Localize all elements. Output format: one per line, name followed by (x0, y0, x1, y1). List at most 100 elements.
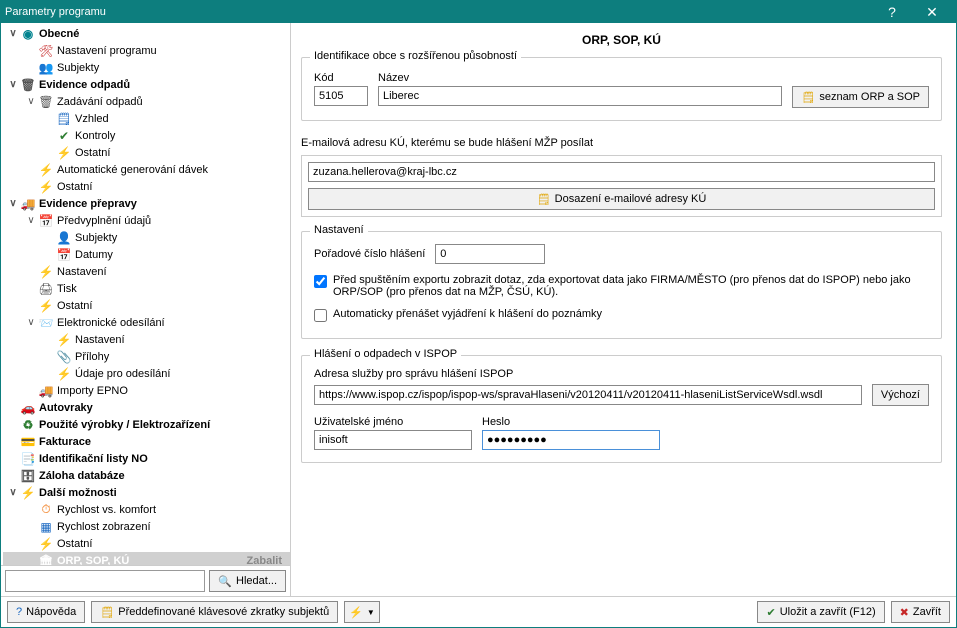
tree-label: Ostatní (57, 300, 92, 312)
group-identifikace: Identifikace obce s rozšířenou působnost… (301, 57, 942, 121)
kod-input[interactable] (314, 86, 368, 106)
tree-item-evidence-prepravy[interactable]: ∨ 🚚 Evidence přepravy (3, 195, 290, 212)
invoice-icon: 💳 (20, 434, 36, 450)
tree-label: Evidence přepravy (39, 198, 137, 210)
tree-label: Evidence odpadů (39, 79, 130, 91)
person-icon: 👤 (56, 230, 72, 246)
checkbox-export-dotaz[interactable]: Před spuštěním exportu zobrazit dotaz, z… (314, 274, 929, 298)
napoveda-button[interactable]: ? Nápověda (7, 601, 85, 623)
note-icon: 🗒 (100, 606, 114, 619)
checkbox-input[interactable] (314, 309, 327, 322)
dosazeni-email-button[interactable]: 🗒 Dosazení e-mailové adresy KÚ (308, 188, 935, 210)
tree-item-zadavani-odpadu[interactable]: ∨ 🗑 Zadávání odpadů (3, 93, 290, 110)
tree-label: Identifikační listy NO (39, 453, 148, 465)
bolt-menu-button[interactable]: ⚡ ▼ (344, 601, 380, 623)
note-icon: 🗒 (537, 193, 551, 206)
trash-icon: 🗑 (38, 94, 54, 110)
seznam-orp-sop-button[interactable]: 🗒 seznam ORP a SOP (792, 86, 929, 108)
tree-item-kontroly[interactable]: ✔ Kontroly (3, 127, 290, 144)
tree-item-nastaveni-2[interactable]: ⚡ Nastavení (3, 331, 290, 348)
tree-item-subjekty-2[interactable]: 👤 Subjekty (3, 229, 290, 246)
tree-item-subjekty[interactable]: 👥 Subjekty (3, 59, 290, 76)
tree-label: Importy EPNO (57, 385, 128, 397)
tree-item-prilohy[interactable]: 📎 Přílohy (3, 348, 290, 365)
collapse-all-link[interactable]: Zabalit (247, 555, 286, 566)
globe-icon: ◉ (20, 26, 36, 42)
nazev-input[interactable] (378, 86, 782, 106)
tree-label: Údaje pro odesílání (75, 368, 170, 380)
poradove-input[interactable] (435, 244, 545, 264)
tree-item-vzhled[interactable]: 🗒 Vzhled (3, 110, 290, 127)
collapse-icon[interactable]: ∨ (25, 317, 37, 328)
adresa-input[interactable] (314, 385, 862, 405)
tree-item-ostatni-4[interactable]: ⚡ Ostatní (3, 535, 290, 552)
collapse-icon[interactable]: ∨ (7, 487, 19, 498)
tree-item-nastaveni-1[interactable]: ⚡ Nastavení (3, 263, 290, 280)
user-input[interactable] (314, 430, 472, 450)
tree-item-orp-sop-ku[interactable]: 🏛 ORP, SOP, KÚ Zabalit (3, 552, 290, 565)
checkbox-label: Před spuštěním exportu zobrazit dotaz, z… (333, 274, 929, 298)
tree-item-autovraky[interactable]: 🚗 Autovraky (3, 399, 290, 416)
search-button[interactable]: 🔍 Hledat... (209, 570, 286, 592)
search-input[interactable] (5, 570, 205, 592)
bolt-icon: ⚡ (56, 145, 72, 161)
titlebar[interactable]: Parametry programu ? ✕ (1, 1, 956, 23)
people-icon: 👥 (38, 60, 54, 76)
tree-item-tisk[interactable]: 🖨 Tisk (3, 280, 290, 297)
tree-item-udaje-pro-odesilani[interactable]: ⚡ Údaje pro odesílání (3, 365, 290, 382)
tree-item-elektronicke-odesilani[interactable]: ∨ 📨 Elektronické odesílání (3, 314, 290, 331)
collapse-icon[interactable]: ∨ (25, 96, 37, 107)
tree-item-ostatni-1[interactable]: ⚡ Ostatní (3, 144, 290, 161)
close-window-button[interactable]: ✕ (912, 1, 952, 23)
ulozit-zavrit-button[interactable]: ✔ Uložit a zavřít (F12) (757, 601, 884, 623)
tree-item-importy-epno[interactable]: 🚚 Importy EPNO (3, 382, 290, 399)
collapse-icon[interactable]: ∨ (7, 79, 19, 90)
pass-label: Heslo (482, 416, 660, 428)
collapse-icon[interactable]: ∨ (7, 28, 19, 39)
tree-item-rychlost-zobrazeni[interactable]: ▦ Rychlost zobrazení (3, 518, 290, 535)
trash-icon: 🗑 (20, 77, 36, 93)
tree-item-obecne[interactable]: ∨ ◉ Obecné (3, 25, 290, 42)
checkbox-auto-prenaset[interactable]: Automaticky přenášet vyjádření k hlášení… (314, 308, 929, 322)
tree-view[interactable]: ∨ ◉ Obecné 🛠 Nastavení programu 👥 Subjek… (1, 23, 290, 565)
truck-icon: 🚚 (38, 383, 54, 399)
tree-item-identifikacni-listy-no[interactable]: 📑 Identifikační listy NO (3, 450, 290, 467)
tree-item-datumy[interactable]: 📅 Datumy (3, 246, 290, 263)
email-input[interactable] (308, 162, 935, 182)
tree-item-pouzite-vyrobky[interactable]: ♻ Použité výrobky / Elektrozařízení (3, 416, 290, 433)
tree-item-ostatni-3[interactable]: ⚡ Ostatní (3, 297, 290, 314)
help-button[interactable]: ? (872, 1, 912, 23)
tree-item-ostatni-2[interactable]: ⚡ Ostatní (3, 178, 290, 195)
checkbox-label: Automaticky přenášet vyjádření k hlášení… (333, 308, 602, 320)
button-label: Hledat... (236, 575, 277, 587)
bolt-icon: ⚡ (349, 606, 363, 619)
tree-label: Elektronické odesílání (57, 317, 165, 329)
content-pane: ORP, SOP, KÚ Identifikace obce s rozšíře… (291, 23, 956, 596)
tree-item-dalsi-moznosti[interactable]: ∨ ⚡ Další možnosti (3, 484, 290, 501)
tree-item-evidence-odpadu[interactable]: ∨ 🗑 Evidence odpadů (3, 76, 290, 93)
tree-label: Obecné (39, 28, 79, 40)
collapse-icon[interactable]: ∨ (7, 198, 19, 209)
vychozi-button[interactable]: Výchozí (872, 384, 929, 406)
database-icon: 🗄 (20, 468, 36, 484)
footer: ? Nápověda 🗒 Předdefinované klávesové zk… (1, 596, 956, 627)
check-icon: ✔ (56, 128, 72, 144)
tree-item-fakturace[interactable]: 💳 Fakturace (3, 433, 290, 450)
bolt-icon: ⚡ (38, 264, 54, 280)
tree-item-auto-gen-davek[interactable]: ⚡ Automatické generování dávek (3, 161, 290, 178)
tree-label: Nastavení (75, 334, 125, 346)
recycle-icon: ♻ (20, 417, 36, 433)
button-label: Dosazení e-mailové adresy KÚ (555, 193, 707, 205)
zavrit-button[interactable]: ✖ Zavřít (891, 601, 950, 623)
tree-item-rychlost-vs-komfort[interactable]: ⏱ Rychlost vs. komfort (3, 501, 290, 518)
car-icon: 🚗 (20, 400, 36, 416)
collapse-icon[interactable]: ∨ (25, 215, 37, 226)
pass-input[interactable] (482, 430, 660, 450)
tree-item-predvyplneni-udaju[interactable]: ∨ 📅 Předvyplnění údajů (3, 212, 290, 229)
tree-item-nastaveni-programu[interactable]: 🛠 Nastavení programu (3, 42, 290, 59)
email-label: E-mailová adresu KÚ, kterému se bude hlá… (301, 137, 942, 149)
checkbox-input[interactable] (314, 275, 327, 288)
tree-label: Kontroly (75, 130, 115, 142)
preddef-zkratky-button[interactable]: 🗒 Předdefinované klávesové zkratky subje… (91, 601, 338, 623)
tree-item-zaloha-databaze[interactable]: 🗄 Záloha databáze (3, 467, 290, 484)
